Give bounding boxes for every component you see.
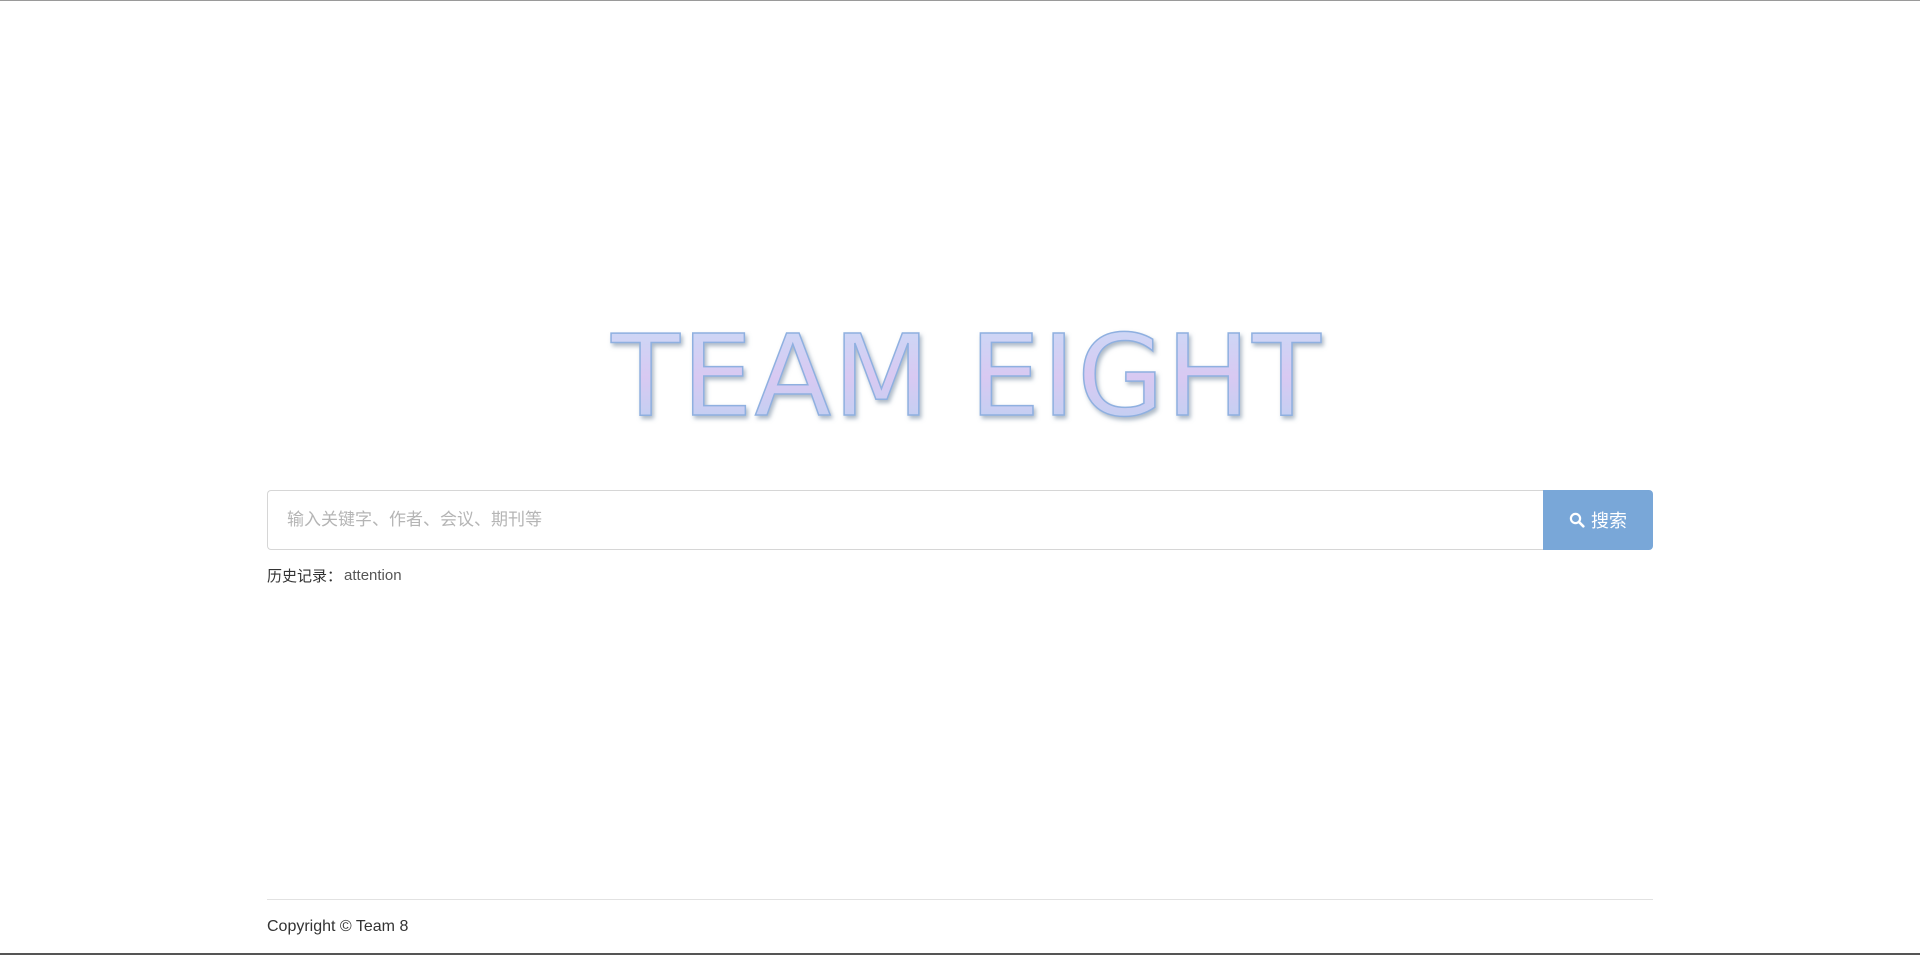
history-label: 历史记录： bbox=[267, 566, 343, 585]
search-input[interactable] bbox=[267, 490, 1543, 550]
search-button-label: 搜索 bbox=[1591, 511, 1627, 532]
search-button[interactable]: 搜索 bbox=[1543, 490, 1653, 550]
site-logo: TEAM EIGHT bbox=[0, 319, 1920, 429]
logo-text: TEAM EIGHT bbox=[610, 319, 1322, 429]
history-item-attention[interactable]: attention bbox=[344, 567, 402, 584]
search-bar: 搜索 bbox=[267, 490, 1653, 550]
search-history: 历史记录： attention bbox=[267, 565, 402, 585]
search-icon bbox=[1569, 512, 1585, 528]
footer-copyright: Copyright © Team 8 bbox=[267, 918, 409, 935]
page: TEAM EIGHT 搜索 历史记录： attention Copyright … bbox=[0, 0, 1920, 955]
logo-graphic: TEAM EIGHT bbox=[610, 319, 1322, 429]
footer-divider bbox=[267, 899, 1653, 900]
